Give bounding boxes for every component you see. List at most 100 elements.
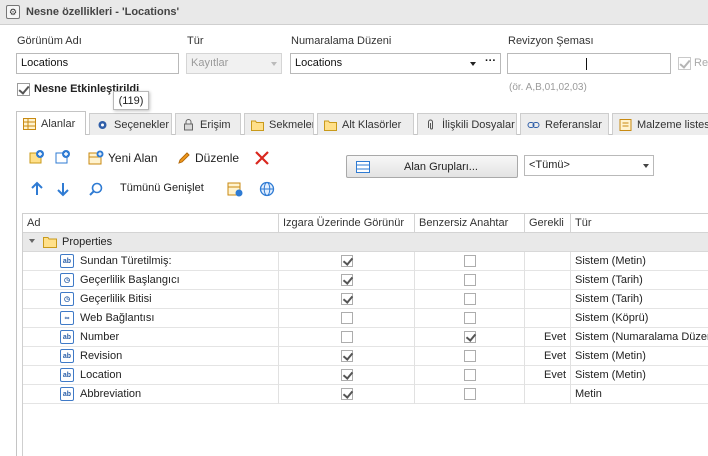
gear-icon <box>98 120 107 129</box>
visible-checkbox[interactable] <box>341 312 353 324</box>
view-name-input[interactable]: Locations <box>16 53 179 74</box>
unique-checkbox[interactable] <box>464 369 476 381</box>
search-icon[interactable] <box>88 181 104 197</box>
add-group-icon[interactable] <box>29 149 45 165</box>
filter-select[interactable]: <Tümü> <box>524 155 654 176</box>
expand-all-button[interactable]: Tümünü Genişlet <box>120 182 204 194</box>
properties-icon: ⚙ <box>6 5 20 19</box>
cell-name: ◷ Geçerlilik Bitisi <box>23 290 279 309</box>
title-bar: ⚙ Nesne özellikleri - 'Locations' <box>0 0 708 25</box>
table-row[interactable]: ab Location Evet Sistem (Metin) <box>23 366 708 385</box>
field-properties-icon[interactable] <box>227 181 243 197</box>
unique-cell <box>415 290 525 309</box>
chevron-down-icon[interactable] <box>470 62 476 66</box>
chevron-down-icon[interactable] <box>643 164 649 168</box>
group-row[interactable]: Properties <box>23 233 708 252</box>
table-row[interactable]: ab Revision Evet Sistem (Metin) <box>23 347 708 366</box>
required-cell <box>525 385 571 404</box>
visible-checkbox[interactable] <box>341 388 353 400</box>
pencil-icon[interactable] <box>176 150 192 166</box>
field-groups-button[interactable]: Alan Grupları... <box>346 155 518 178</box>
column-header-unique[interactable]: Benzersiz Anahtar <box>415 214 525 233</box>
required-cell <box>525 271 571 290</box>
visible-cell <box>279 385 415 404</box>
visible-checkbox[interactable] <box>341 369 353 381</box>
right-checkbox-label: Re <box>694 57 708 69</box>
unique-checkbox[interactable] <box>464 255 476 267</box>
visible-checkbox[interactable] <box>341 350 353 362</box>
visible-checkbox[interactable] <box>341 293 353 305</box>
tab-bom[interactable]: Malzeme listesi <box>612 113 708 135</box>
grid-header: Ad Izgara Üzerinde Görünür Benzersiz Ana… <box>23 214 708 233</box>
tab-fields[interactable]: Alanlar <box>16 111 86 136</box>
numbering-value: Locations <box>295 57 343 69</box>
tab-tabs[interactable]: Sekmeler <box>244 113 314 135</box>
edit-button[interactable]: Düzenle <box>195 151 239 165</box>
move-down-icon[interactable] <box>55 181 71 197</box>
group-label: Properties <box>62 236 113 248</box>
unique-cell <box>415 385 525 404</box>
tab-options[interactable]: Seçenekler <box>89 113 172 135</box>
type-cell: Sistem (Tarih) <box>575 274 643 286</box>
visible-cell <box>279 309 415 328</box>
text-field-icon: ab <box>60 368 74 382</box>
numbering-select[interactable]: Locations ··· <box>290 53 501 74</box>
type-cell: Sistem (Tarih) <box>575 293 643 305</box>
table-row[interactable]: ◷ Geçerlilik Başlangıcı Sistem (Tarih) <box>23 271 708 290</box>
table-row[interactable]: ab Sundan Türetilmiş: Sistem (Metin) <box>23 252 708 271</box>
new-field-icon[interactable] <box>88 150 104 166</box>
revision-label: Revizyon Şeması <box>508 35 594 47</box>
text-field-icon: ab <box>60 330 74 344</box>
column-header-visible[interactable]: Izgara Üzerinde Görünür <box>279 214 415 233</box>
unique-checkbox[interactable] <box>464 274 476 286</box>
globe-icon[interactable] <box>259 181 275 197</box>
move-up-icon[interactable] <box>29 181 45 197</box>
collapse-arrow-icon[interactable] <box>29 239 35 243</box>
type-cell: Sistem (Metin) <box>575 350 646 362</box>
tab-related-files[interactable]: İlişkili Dosyalar <box>417 113 517 135</box>
tab-access[interactable]: Erişim <box>175 113 241 135</box>
unique-checkbox[interactable] <box>464 312 476 324</box>
visible-checkbox[interactable] <box>341 331 353 343</box>
cell-name: ◷ Geçerlilik Başlangıcı <box>23 271 279 290</box>
type-cell: Metin <box>575 388 602 400</box>
text-field-icon: ab <box>60 349 74 363</box>
unique-cell <box>415 309 525 328</box>
unique-cell <box>415 328 525 347</box>
type-label: Tür <box>187 35 204 47</box>
column-header-name[interactable]: Ad <box>23 214 279 233</box>
object-enabled-checkbox[interactable] <box>17 83 30 96</box>
table-row[interactable]: ab Number Evet Sistem (Numaralama Düzeni) <box>23 328 708 347</box>
table-row[interactable]: ◷ Geçerlilik Bitisi Sistem (Tarih) <box>23 290 708 309</box>
unique-checkbox[interactable] <box>464 388 476 400</box>
revision-input[interactable] <box>507 53 671 74</box>
visible-checkbox[interactable] <box>341 255 353 267</box>
unique-checkbox[interactable] <box>464 331 476 343</box>
numbering-more-button[interactable]: ··· <box>485 55 496 67</box>
tab-references[interactable]: Referanslar <box>520 113 609 135</box>
unique-cell <box>415 271 525 290</box>
visible-cell <box>279 347 415 366</box>
view-name-label: Görünüm Adı <box>17 35 82 47</box>
type-select: Kayıtlar <box>186 53 282 74</box>
tab-label: Sekmeler <box>269 118 314 131</box>
tab-subfolders[interactable]: Alt Klasörler <box>317 113 414 135</box>
unique-checkbox[interactable] <box>464 293 476 305</box>
field-name: Geçerlilik Başlangıcı <box>80 274 180 286</box>
list-icon <box>619 118 632 131</box>
table-row[interactable]: ∞ Web Bağlantısı Sistem (Köprü) <box>23 309 708 328</box>
add-subfield-icon[interactable] <box>55 149 71 165</box>
unique-checkbox[interactable] <box>464 350 476 362</box>
revision-hint: (ör. A,B,01,02,03) <box>509 82 587 93</box>
unique-cell <box>415 347 525 366</box>
field-name: Sundan Türetilmiş: <box>80 255 172 267</box>
delete-icon[interactable] <box>254 150 270 166</box>
visible-cell <box>279 366 415 385</box>
visible-checkbox[interactable] <box>341 274 353 286</box>
table-row[interactable]: ab Abbreviation Metin <box>23 385 708 404</box>
type-cell: Sistem (Metin) <box>575 255 646 267</box>
field-groups-icon <box>356 160 370 173</box>
new-field-button[interactable]: Yeni Alan <box>108 151 158 165</box>
column-header-type[interactable]: Tür <box>571 214 708 233</box>
column-header-required[interactable]: Gerekli <box>525 214 571 233</box>
